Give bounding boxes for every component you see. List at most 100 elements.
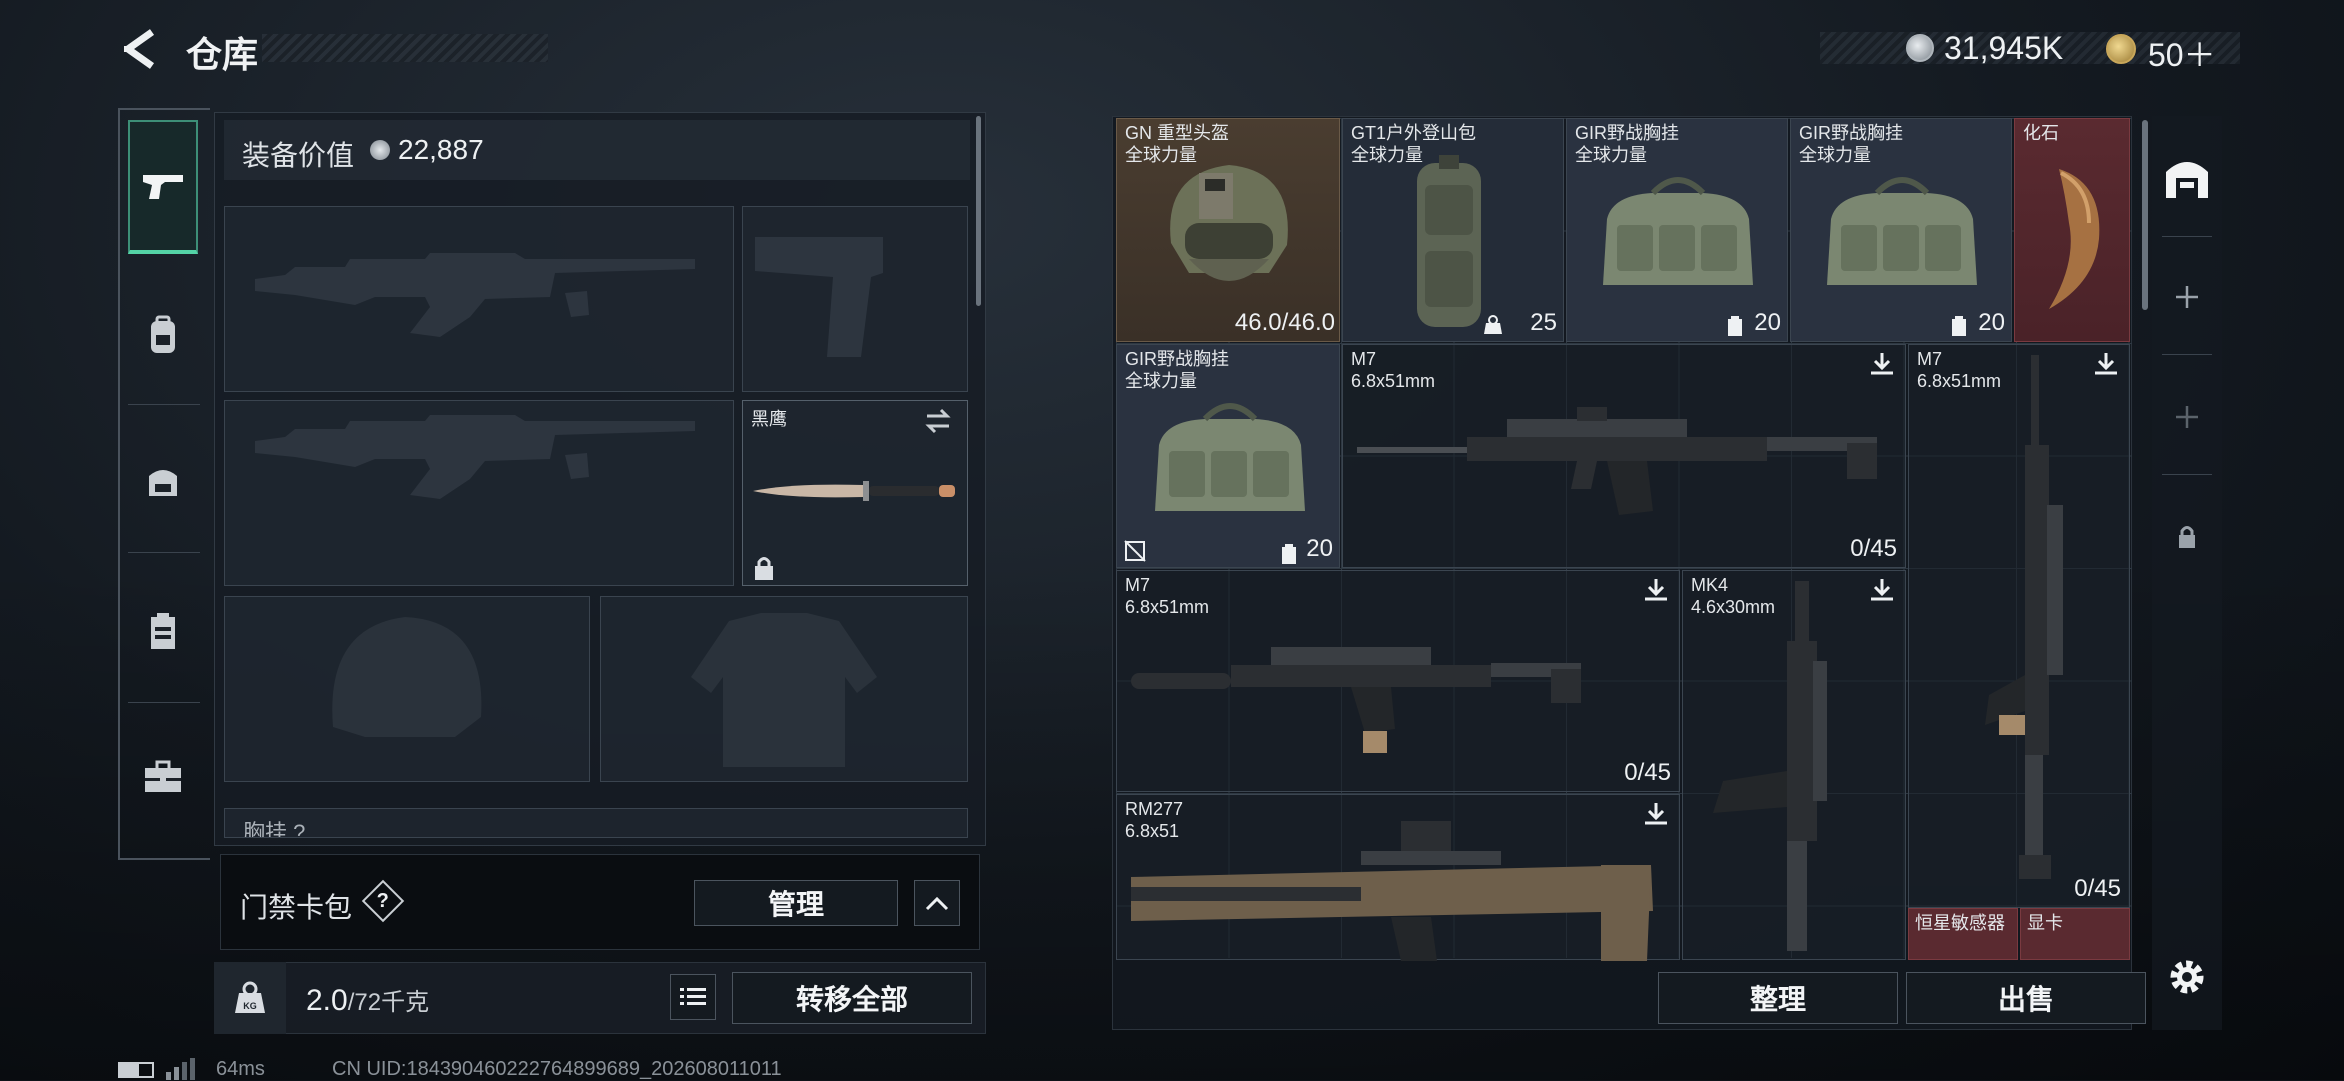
organize-button[interactable]: 整理 <box>1658 972 1898 1024</box>
chest-rig-slot[interactable]: 胸挂 ? <box>224 808 968 838</box>
toolbox-icon <box>145 760 181 792</box>
chevron-up-icon <box>925 896 949 911</box>
weight-value: 2.0 <box>306 984 348 1017</box>
helmet-slot[interactable] <box>224 596 590 782</box>
bag-icon <box>149 470 177 496</box>
item-name: GN 重型头盔 <box>1125 123 1230 143</box>
stash-item-helmet[interactable]: GN 重型头盔 全球力量 46.0/46.0 <box>1116 118 1340 342</box>
item-name: 化石 <box>2023 123 2059 143</box>
locked-stash-tab[interactable] <box>2162 512 2212 562</box>
list-view-button[interactable] <box>670 974 716 1020</box>
stash-item-rm277[interactable]: RM277 6.8x51 <box>1116 794 1680 961</box>
helmet-silhouette-icon <box>332 617 482 737</box>
plus-icon <box>2176 286 2198 308</box>
melee-slot[interactable]: 黑鹰 <box>742 400 968 586</box>
right-divider <box>2162 474 2212 475</box>
pistol-silhouette-icon <box>755 237 883 357</box>
lock-icon <box>755 557 773 580</box>
right-column <box>2152 116 2222 1030</box>
ping: 64ms <box>216 1058 265 1080</box>
sidebar-tab-weapons[interactable] <box>128 120 198 254</box>
item-subtitle: 全球力量 <box>1575 145 1647 165</box>
right-divider <box>2162 354 2212 355</box>
smg-vertical-icon <box>1713 581 1827 951</box>
back-arrow-icon <box>124 29 155 69</box>
expand-button[interactable] <box>914 880 960 926</box>
download-icon[interactable] <box>1869 351 1895 377</box>
capacity: 25 <box>1530 309 1557 336</box>
scrollbar[interactable] <box>976 116 981 306</box>
assault-rifle-silhouette-icon <box>255 415 695 499</box>
armor-silhouette-icon <box>691 613 877 767</box>
armor-slot[interactable] <box>600 596 968 782</box>
item-name: GT1户外登山包 <box>1351 123 1477 143</box>
item-name: GIR野战胸挂 <box>1125 349 1230 369</box>
stash-item-m7-2[interactable]: M7 6.8x51mm 0/45 <box>1116 570 1680 792</box>
pistol-slot[interactable] <box>742 206 968 392</box>
backpack-icon <box>1417 155 1481 327</box>
rifle-icon <box>1131 647 1581 753</box>
sidebar-divider <box>128 702 200 703</box>
capacity: 20 <box>1978 309 2005 336</box>
sell-button[interactable]: 出售 <box>1906 972 2146 1024</box>
download-icon[interactable] <box>1643 577 1669 603</box>
item-name: M7 <box>1125 575 1151 595</box>
stash-item-sensor[interactable]: 恒星敏感器 <box>1908 908 2018 960</box>
primary-weapon-slot-1[interactable] <box>224 206 734 392</box>
back-button[interactable] <box>116 24 164 74</box>
sidebar-tab-bag[interactable] <box>128 446 198 516</box>
battery-icon <box>118 1062 154 1078</box>
ammo-count: 0/45 <box>1624 759 1671 786</box>
sidebar-tab-toolbox[interactable] <box>128 742 198 812</box>
primary-weapon-slot-2[interactable] <box>224 400 734 586</box>
weight-capacity: /72千克 <box>347 989 430 1016</box>
keycard-label: 门禁卡包 <box>240 892 353 923</box>
lock-icon <box>2179 526 2195 548</box>
right-divider <box>2162 236 2212 237</box>
stash-tab-main[interactable] <box>2162 152 2212 202</box>
add-stash-tab-button[interactable] <box>2162 272 2212 322</box>
vest-small-icon <box>1728 316 1742 336</box>
helmet-icon <box>1170 165 1288 281</box>
stash-item-chest-rig-2[interactable]: GIR野战胸挂 全球力量 20 <box>1790 118 2012 342</box>
help-glyph: ? <box>376 889 390 912</box>
premium-coin-balance[interactable]: 50＋ <box>2148 30 2216 76</box>
vest-small-icon <box>1952 316 1966 336</box>
plus-icon <box>2176 406 2198 428</box>
coin-icon <box>370 140 390 160</box>
transfer-all-button[interactable]: 转移全部 <box>732 972 972 1024</box>
page-title: 仓库 <box>186 34 259 75</box>
item-name: M7 <box>1917 349 1943 369</box>
sidebar-divider <box>128 404 200 405</box>
item-subtitle: 全球力量 <box>1125 371 1197 391</box>
settings-button[interactable] <box>2162 952 2212 1002</box>
chest-rig-icon <box>1155 403 1305 511</box>
stash-item-chest-rig-1[interactable]: GIR野战胸挂 全球力量 20 <box>1566 118 1788 342</box>
premium-coin-icon <box>2106 34 2136 64</box>
sidebar-tab-backpack[interactable] <box>128 300 198 370</box>
stash-item-fossil[interactable]: 化石 <box>2014 118 2130 342</box>
grid-scrollbar[interactable] <box>2142 120 2148 310</box>
gear-icon <box>2170 960 2204 994</box>
stash-item-backpack[interactable]: GT1户外登山包 全球力量 25 <box>1342 118 1564 342</box>
item-name: GIR野战胸挂 <box>1575 123 1680 143</box>
sidebar-divider <box>128 552 200 553</box>
chest-rig-icon <box>1827 177 1977 285</box>
sidebar-tab-vest[interactable] <box>128 596 198 666</box>
rifle-icon <box>1357 407 1877 515</box>
coin-icon <box>1906 34 1934 62</box>
add-stash-tab-button-2[interactable] <box>2162 392 2212 442</box>
storage-icon <box>2166 162 2208 198</box>
pistol-icon <box>143 175 183 199</box>
no-insure-icon <box>1124 540 1146 562</box>
stash-item-gpu[interactable]: 显卡 <box>2020 908 2130 960</box>
stash-item-m7-1[interactable]: M7 6.8x51mm 0/45 <box>1342 344 1906 568</box>
stash-item-chest-rig-3[interactable]: GIR野战胸挂 全球力量 20 <box>1116 344 1340 568</box>
manage-button[interactable]: 管理 <box>694 880 898 926</box>
uid: CN UID:184390460222764899689_20260801101… <box>332 1058 782 1080</box>
stash-item-m7-vertical[interactable]: M7 6.8x51mm 0/45 <box>1908 344 2130 908</box>
signal-icon <box>166 1058 195 1080</box>
svg-text:KG: KG <box>243 1001 257 1011</box>
stash-item-mk4[interactable]: MK4 4.6x30mm <box>1682 570 1906 960</box>
swap-icon[interactable] <box>923 407 953 435</box>
